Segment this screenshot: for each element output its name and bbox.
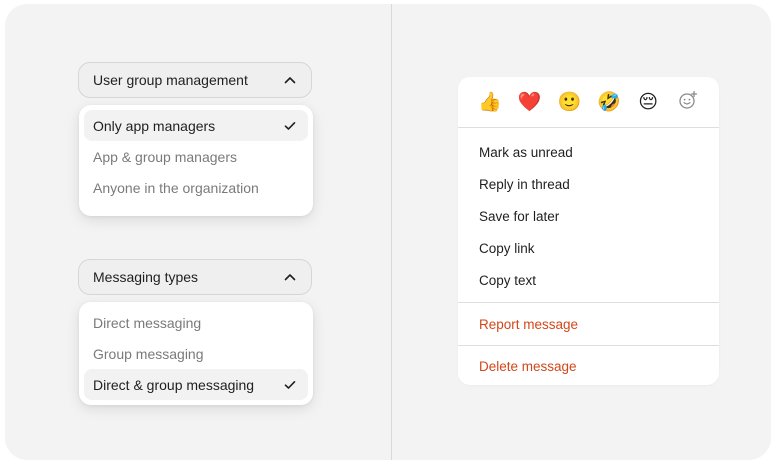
- check-icon: [283, 378, 297, 392]
- heart-icon[interactable]: ❤️: [518, 92, 542, 112]
- option-label: Anyone in the organization: [93, 179, 259, 196]
- option-label: Only app managers: [93, 117, 216, 134]
- save-for-later-item[interactable]: Save for later: [458, 200, 719, 232]
- option-label: Group messaging: [93, 345, 204, 362]
- option-direct-messaging[interactable]: Direct messaging: [84, 307, 308, 338]
- messaging-types-dropdown[interactable]: Messaging types: [78, 259, 312, 295]
- pensive-icon[interactable]: 😔: [637, 92, 659, 112]
- dropdown-label: User group management: [93, 72, 248, 88]
- rolling-laughing-icon[interactable]: 🤣: [597, 92, 621, 112]
- option-label: Direct & group messaging: [93, 376, 255, 393]
- mark-as-unread-item[interactable]: Mark as unread: [458, 136, 719, 168]
- dropdown-label: Messaging types: [93, 269, 199, 285]
- messaging-types-menu: Direct messaging Group messaging Direct …: [79, 302, 313, 405]
- user-group-management-dropdown[interactable]: User group management: [78, 62, 312, 98]
- add-reaction-icon[interactable]: [677, 90, 699, 114]
- canvas: User group management Only app managers …: [5, 4, 771, 460]
- option-direct-and-group-messaging[interactable]: Direct & group messaging: [84, 369, 308, 400]
- option-group-messaging[interactable]: Group messaging: [84, 338, 308, 369]
- vertical-divider: [391, 4, 392, 460]
- copy-text-item[interactable]: Copy text: [458, 264, 719, 296]
- option-app-and-group-managers[interactable]: App & group managers: [84, 141, 308, 172]
- chevron-up-icon: [283, 270, 297, 284]
- report-message-item[interactable]: Report message: [458, 308, 719, 340]
- option-label: App & group managers: [93, 148, 237, 165]
- thumbs-up-icon[interactable]: 👍: [478, 92, 502, 112]
- smile-icon[interactable]: 🙂: [558, 92, 582, 112]
- delete-message-item[interactable]: Delete message: [458, 350, 719, 382]
- check-icon: [283, 119, 297, 133]
- chevron-up-icon: [283, 73, 297, 87]
- copy-link-item[interactable]: Copy link: [458, 232, 719, 264]
- user-group-management-menu: Only app managers App & group managers A…: [79, 105, 313, 216]
- option-anyone-in-organization[interactable]: Anyone in the organization: [84, 172, 308, 203]
- reaction-bar: 👍 ❤️ 🙂 🤣 😔: [458, 77, 719, 127]
- reply-in-thread-item[interactable]: Reply in thread: [458, 168, 719, 200]
- message-context-menu: 👍 ❤️ 🙂 🤣 😔 Mark as unread Reply in threa…: [458, 77, 719, 385]
- option-label: Direct messaging: [93, 314, 202, 331]
- option-only-app-managers[interactable]: Only app managers: [84, 110, 308, 141]
